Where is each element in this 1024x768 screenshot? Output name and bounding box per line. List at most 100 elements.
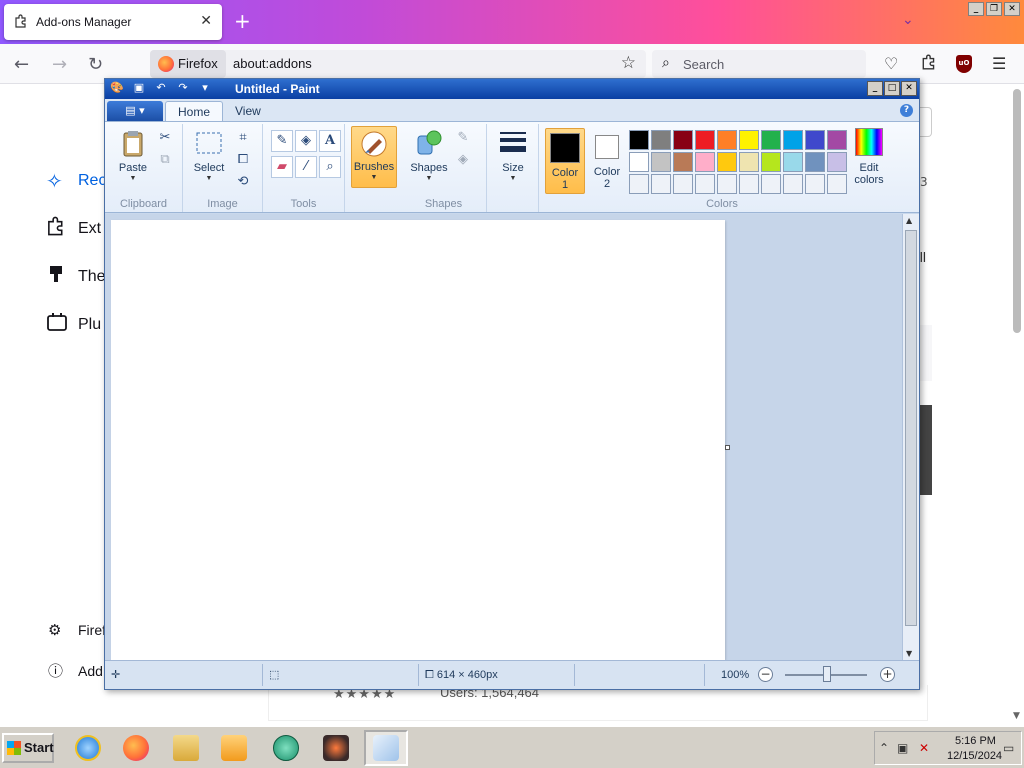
- help-icon[interactable]: ?: [900, 104, 913, 117]
- resize-icon[interactable]: ⧠: [233, 150, 253, 170]
- color1-button[interactable]: Color 1: [545, 128, 585, 194]
- size-button[interactable]: Size ▼: [493, 128, 533, 182]
- minimize-button[interactable]: _: [968, 2, 984, 16]
- brushes-button[interactable]: Brushes ▼: [351, 126, 397, 188]
- scrollbar-thumb[interactable]: [905, 230, 917, 626]
- addons-support-link[interactable]: ⓘ Add: [48, 660, 103, 681]
- category-themes[interactable]: The: [46, 264, 106, 290]
- palette-swatch[interactable]: [761, 152, 781, 172]
- paint-maximize-button[interactable]: □: [884, 81, 900, 96]
- url-bar[interactable]: Firefox about:addons ☆: [150, 50, 646, 78]
- menu-icon[interactable]: ☰: [992, 54, 1006, 73]
- palette-swatch[interactable]: [805, 152, 825, 172]
- palette-swatch[interactable]: [629, 130, 649, 150]
- palette-swatch[interactable]: [827, 152, 847, 172]
- save-icon[interactable]: ▣: [131, 81, 147, 94]
- palette-swatch[interactable]: [739, 174, 759, 194]
- reload-icon[interactable]: ↻: [88, 54, 103, 75]
- outline-icon[interactable]: ✎: [453, 128, 473, 148]
- scrollbar-thumb[interactable]: [1013, 89, 1021, 333]
- vertical-scrollbar[interactable]: ▲ ▼: [902, 214, 919, 660]
- crop-icon[interactable]: ⌗: [233, 128, 253, 148]
- taskbar-paint[interactable]: [364, 730, 408, 766]
- cut-icon[interactable]: ✂: [155, 128, 175, 148]
- rotate-icon[interactable]: ⟲: [233, 172, 253, 192]
- taskbar-firefox[interactable]: [114, 730, 158, 766]
- magnifier-icon[interactable]: ⌕: [319, 156, 341, 178]
- paint-title-bar[interactable]: 🎨 ▣ ↶ ↷ ▾ Untitled - Paint _ □ ✕: [105, 79, 919, 99]
- search-input[interactable]: Search: [683, 57, 724, 72]
- taskbar-media-player[interactable]: [212, 730, 256, 766]
- palette-swatch[interactable]: [673, 174, 693, 194]
- fill-icon[interactable]: ◈: [295, 130, 317, 152]
- palette-swatch[interactable]: [717, 130, 737, 150]
- pencil-icon[interactable]: ✎: [271, 130, 293, 152]
- tab-addons-manager[interactable]: Add-ons Manager ✕: [4, 4, 222, 40]
- palette-swatch[interactable]: [783, 152, 803, 172]
- category-plugins[interactable]: Plu: [46, 312, 101, 338]
- undo-icon[interactable]: ↶: [153, 81, 169, 94]
- palette-swatch[interactable]: [673, 130, 693, 150]
- edit-colors-button[interactable]: Edit colors: [847, 126, 891, 186]
- close-window-button[interactable]: ✕: [1004, 2, 1020, 16]
- paint-close-button[interactable]: ✕: [901, 81, 917, 96]
- firefox-settings-link[interactable]: ⚙ Firef: [48, 621, 106, 639]
- clock-date[interactable]: 12/15/2024: [947, 750, 1002, 762]
- pocket-icon[interactable]: ♡: [884, 54, 898, 73]
- palette-swatch[interactable]: [695, 174, 715, 194]
- fill-shape-icon[interactable]: ◈: [453, 150, 473, 170]
- copy-icon[interactable]: ⧉: [155, 150, 175, 170]
- network-icon[interactable]: ▣: [897, 741, 908, 755]
- palette-swatch[interactable]: [695, 130, 715, 150]
- palette-swatch[interactable]: [717, 152, 737, 172]
- bookmark-star-icon[interactable]: ☆: [621, 53, 636, 73]
- zoom-in-button[interactable]: +: [880, 667, 895, 682]
- scroll-up-icon[interactable]: ▲: [906, 216, 912, 225]
- drawing-canvas[interactable]: [111, 220, 725, 660]
- forward-icon[interactable]: →: [52, 54, 67, 75]
- palette-swatch[interactable]: [739, 130, 759, 150]
- palette-swatch[interactable]: [629, 174, 649, 194]
- tab-home[interactable]: Home: [165, 101, 224, 121]
- paint-menu-button[interactable]: ▤ ▾: [107, 101, 163, 121]
- zoom-slider-thumb[interactable]: [823, 666, 831, 682]
- taskbar-internet-explorer[interactable]: [66, 730, 110, 766]
- palette-swatch[interactable]: [827, 130, 847, 150]
- palette-swatch[interactable]: [651, 152, 671, 172]
- select-button[interactable]: Select ▼: [189, 128, 229, 182]
- palette-swatch[interactable]: [761, 174, 781, 194]
- ublock-origin-icon[interactable]: uO: [956, 55, 972, 73]
- customize-qat-icon[interactable]: ▾: [197, 81, 213, 94]
- color2-button[interactable]: Color 2: [589, 128, 625, 194]
- palette-swatch[interactable]: [651, 130, 671, 150]
- redo-icon[interactable]: ↷: [175, 81, 191, 94]
- taskbar-app-green[interactable]: [264, 730, 308, 766]
- palette-swatch[interactable]: [827, 174, 847, 194]
- palette-swatch[interactable]: [717, 174, 737, 194]
- identity-box[interactable]: Firefox: [150, 50, 226, 78]
- tab-view[interactable]: View: [223, 101, 273, 121]
- taskbar-app-dark[interactable]: [314, 730, 358, 766]
- palette-swatch[interactable]: [805, 130, 825, 150]
- start-button[interactable]: Start: [2, 733, 54, 763]
- show-hidden-icons-icon[interactable]: ⌃: [879, 741, 889, 755]
- taskbar-explorer[interactable]: [164, 730, 208, 766]
- new-tab-button[interactable]: +: [234, 9, 251, 33]
- show-desktop-icon[interactable]: ▭: [1003, 741, 1014, 755]
- close-tab-icon[interactable]: ✕: [200, 13, 212, 29]
- text-icon[interactable]: A: [319, 130, 341, 152]
- palette-swatch[interactable]: [805, 174, 825, 194]
- palette-swatch[interactable]: [695, 152, 715, 172]
- palette-swatch[interactable]: [783, 174, 803, 194]
- palette-swatch[interactable]: [673, 152, 693, 172]
- volume-muted-icon[interactable]: ✕: [919, 741, 929, 755]
- color-picker-icon[interactable]: ⁄: [295, 156, 317, 178]
- paste-button[interactable]: Paste ▼: [113, 128, 153, 182]
- clock-time[interactable]: 5:16 PM: [955, 735, 996, 747]
- scroll-down-icon[interactable]: ▼: [1013, 711, 1020, 721]
- palette-swatch[interactable]: [629, 152, 649, 172]
- palette-swatch[interactable]: [761, 130, 781, 150]
- back-icon[interactable]: ←: [14, 54, 29, 75]
- paint-minimize-button[interactable]: _: [867, 81, 883, 96]
- palette-swatch[interactable]: [783, 130, 803, 150]
